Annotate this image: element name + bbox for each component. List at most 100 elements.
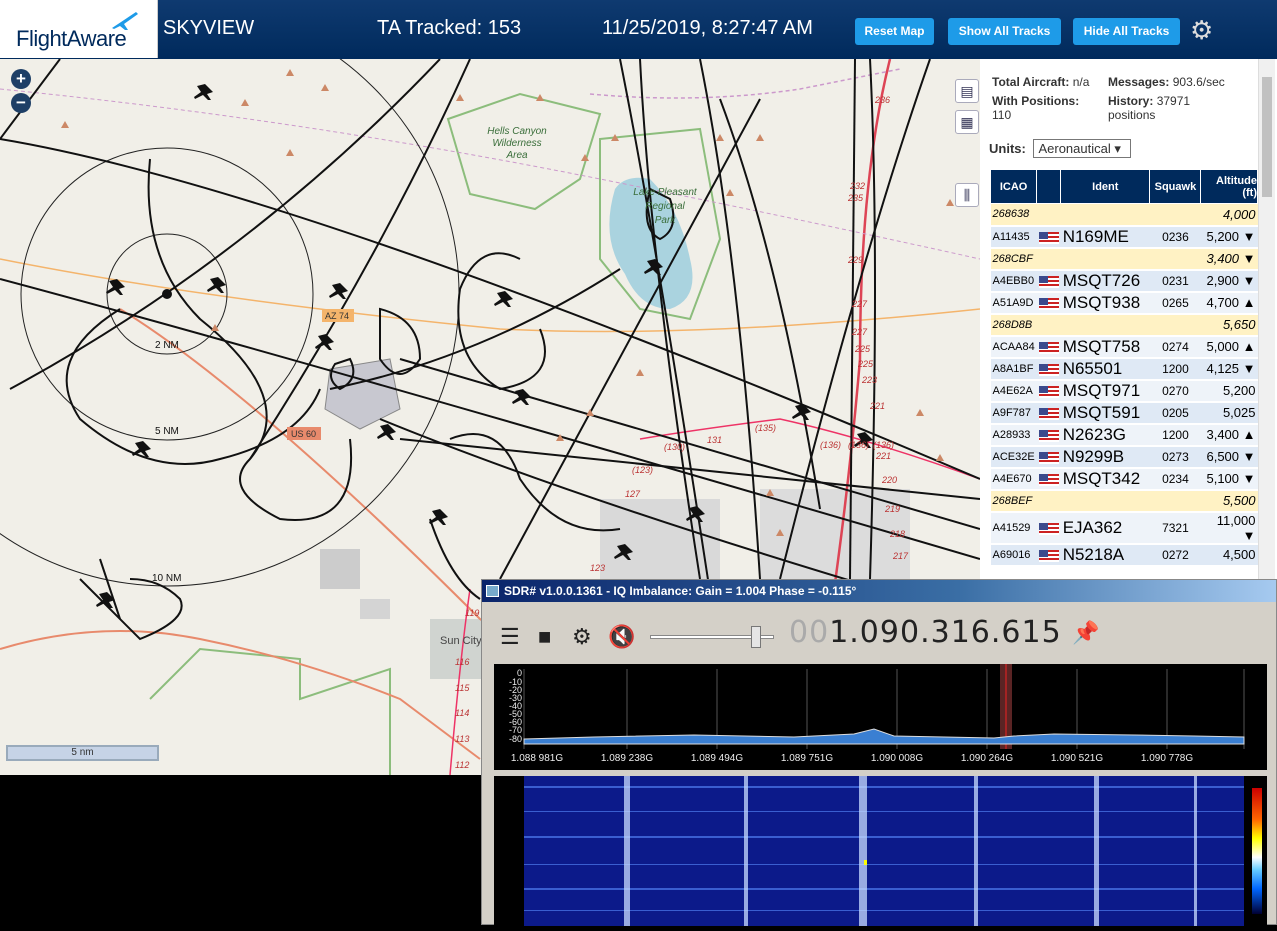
panel-scrollbar[interactable] xyxy=(1258,59,1275,580)
table-row[interactable]: A4EBB0 MSQT726 0231 2,900 ▼ xyxy=(990,269,1258,293)
units-select[interactable]: Aeronautical ▾ xyxy=(1033,139,1132,158)
scrollbar-thumb[interactable] xyxy=(1262,77,1272,197)
cell-squawk xyxy=(1149,203,1201,227)
ring-label-2nm: 2 NM xyxy=(155,340,179,351)
columns-icon[interactable]: ⫼ xyxy=(955,183,979,207)
cell-icao: A4EBB0 xyxy=(990,269,1037,293)
svg-text:(130): (130) xyxy=(664,442,685,452)
pin-icon[interactable]: 📌 xyxy=(1072,620,1099,646)
svg-text:229: 229 xyxy=(847,255,863,265)
svg-text:113: 113 xyxy=(455,734,469,744)
clock: 11/25/2019, 8:27:47 AM xyxy=(602,17,813,39)
cell-altitude: 6,500 ▼ xyxy=(1200,445,1258,469)
cell-squawk: 0234 xyxy=(1149,467,1201,491)
settings-gear-icon[interactable]: ⚙ xyxy=(572,624,592,650)
svg-text:225: 225 xyxy=(857,359,874,369)
hamburger-menu-icon[interactable]: ☰ xyxy=(500,624,520,650)
col-ident[interactable]: Ident xyxy=(1060,169,1151,204)
us-flag-icon xyxy=(1038,297,1059,310)
table-row[interactable]: A4E62A MSQT971 0270 5,200 xyxy=(990,379,1258,403)
cell-icao: A4E670 xyxy=(990,467,1037,491)
hide-all-tracks-button[interactable]: Hide All Tracks xyxy=(1073,18,1180,45)
cell-flag xyxy=(1036,467,1061,491)
cell-flag xyxy=(1036,401,1061,425)
table-row[interactable]: 268CBF 3,400 ▼ xyxy=(990,247,1258,271)
table-header-row: ICAO Ident Squawk Altitude (ft) xyxy=(989,169,1258,204)
svg-text:(136): (136) xyxy=(848,440,869,450)
svg-text:131: 131 xyxy=(707,435,722,445)
flightaware-logo[interactable]: FlightAware xyxy=(0,0,158,58)
sdr-title-bar[interactable]: SDR# v1.0.0.1361 - IQ Imbalance: Gain = … xyxy=(482,580,1276,602)
cell-altitude: 3,400 ▲ xyxy=(1200,423,1258,447)
us-flag-icon xyxy=(1038,275,1059,288)
svg-text:1.089 751G: 1.089 751G xyxy=(781,753,833,764)
urban-area xyxy=(360,599,390,619)
svg-text:114: 114 xyxy=(455,708,469,718)
table-row[interactable]: A11435 N169ME 0236 5,200 ▼ xyxy=(990,225,1258,249)
volume-slider-thumb[interactable] xyxy=(751,626,761,648)
cell-squawk: 0236 xyxy=(1149,225,1201,249)
volume-slider[interactable] xyxy=(650,626,774,648)
svg-text:220: 220 xyxy=(881,475,897,485)
color-gradient-legend xyxy=(1252,788,1262,914)
cell-flag xyxy=(1036,357,1061,381)
reset-map-button[interactable]: Reset Map xyxy=(855,18,934,45)
col-squawk[interactable]: Squawk xyxy=(1149,169,1202,204)
cell-squawk: 0273 xyxy=(1149,445,1201,469)
table-row[interactable]: 268BEF 5,500 xyxy=(990,489,1258,513)
range-ring-10nm xyxy=(0,59,460,587)
zoom-in-button[interactable]: + xyxy=(11,69,31,89)
cell-ident: N2623G xyxy=(1060,423,1150,447)
svg-text:127: 127 xyxy=(625,489,641,499)
table-row[interactable]: 268638 4,000 xyxy=(990,203,1258,227)
cell-icao: A51A9D xyxy=(990,291,1037,315)
table-row[interactable]: A4E670 MSQT342 0234 5,100 ▼ xyxy=(990,467,1258,491)
svg-text:227: 227 xyxy=(851,327,868,337)
mute-speaker-icon[interactable]: 🔇 xyxy=(608,624,635,650)
svg-text:1.090 521G: 1.090 521G xyxy=(1051,753,1103,764)
us-flag-icon xyxy=(1038,429,1059,442)
cell-ident: MSQT938 xyxy=(1060,291,1150,315)
frequency-display[interactable]: 001.090.316.615 xyxy=(789,615,1062,650)
table-row[interactable]: ACE32E N9299B 0273 6,500 ▼ xyxy=(990,445,1258,469)
grid-icon[interactable]: ▦ xyxy=(955,110,979,134)
waterfall-display[interactable] xyxy=(494,776,1267,926)
table-row[interactable]: ACAA84 MSQT758 0274 5,000 ▲ xyxy=(990,335,1258,359)
svg-text:115: 115 xyxy=(455,683,470,693)
table-row[interactable]: A9F787 MSQT591 0205 5,025 xyxy=(990,401,1258,425)
cell-icao: 268BEF xyxy=(990,489,1037,513)
table-row[interactable]: A69016 N5218A 0272 4,500 xyxy=(990,543,1258,567)
col-altitude[interactable]: Altitude (ft) xyxy=(1200,169,1258,204)
preserve-boundary xyxy=(149,647,391,775)
svg-text:221: 221 xyxy=(869,401,885,411)
svg-text:(136): (136) xyxy=(820,440,841,450)
table-row[interactable]: A51A9D MSQT938 0265 4,700 ▲ xyxy=(990,291,1258,315)
cell-flag xyxy=(1036,247,1061,271)
table-row[interactable]: A41529 EJA362 7321 11,000 ▼ xyxy=(990,511,1258,545)
spectrum-trace xyxy=(523,728,1245,745)
cell-flag xyxy=(1036,225,1061,249)
table-row[interactable]: A8A1BF N65501 1200 4,125 ▼ xyxy=(990,357,1258,381)
show-all-tracks-button[interactable]: Show All Tracks xyxy=(948,18,1061,45)
messages-label: Messages: xyxy=(1108,75,1170,89)
us-flag-icon xyxy=(1038,549,1059,562)
col-flag[interactable] xyxy=(1036,169,1062,204)
spectrum-display[interactable]: 0 -10 -20 -30 -40 -50 -60 -70 -80 1.088 981G 1.… xyxy=(494,664,1267,770)
cell-icao: 268D8B xyxy=(990,313,1037,337)
gear-icon[interactable]: ⚙ xyxy=(1190,15,1213,46)
cell-ident: MSQT758 xyxy=(1060,335,1150,359)
svg-text:119: 119 xyxy=(465,608,479,618)
map-layers-icon[interactable]: ▤ xyxy=(955,79,979,103)
scale-bar: 5 nm xyxy=(6,745,159,761)
cell-flag xyxy=(1036,335,1061,359)
stop-icon[interactable]: ■ xyxy=(538,624,551,650)
shield-az74-label: AZ 74 xyxy=(325,311,349,321)
svg-text:1.089 494G: 1.089 494G xyxy=(691,753,743,764)
ring-label-5nm: 5 NM xyxy=(155,426,179,437)
zoom-out-button[interactable]: − xyxy=(11,93,31,113)
cell-ident: N9299B xyxy=(1060,445,1150,469)
table-row[interactable]: A28933 N2623G 1200 3,400 ▲ xyxy=(990,423,1258,447)
col-icao[interactable]: ICAO xyxy=(989,169,1038,204)
boundary-line xyxy=(0,88,980,260)
table-row[interactable]: 268D8B 5,650 xyxy=(990,313,1258,337)
